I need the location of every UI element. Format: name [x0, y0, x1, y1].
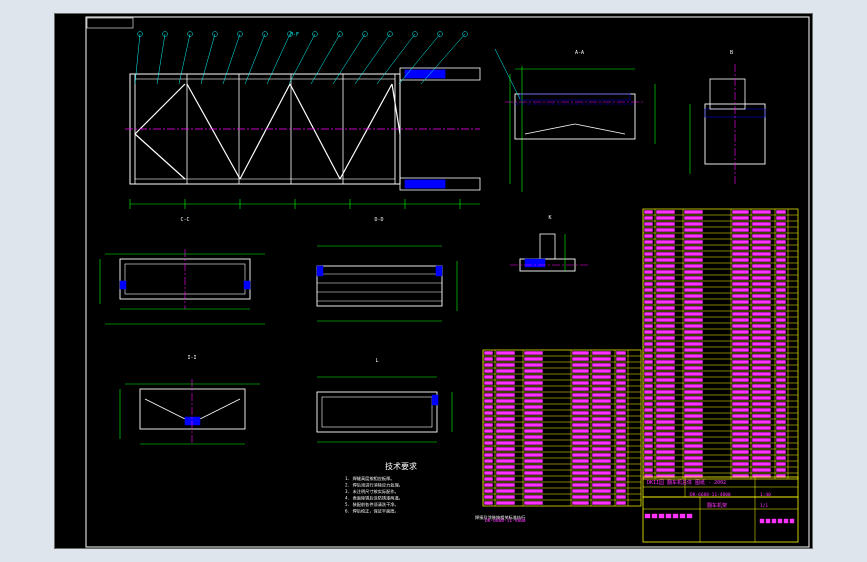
sheet-number: 1/1 — [760, 503, 768, 509]
drawing-code: DK-6688-11-4800 — [485, 518, 526, 524]
section-b-label: B — [730, 50, 733, 56]
top-view: F-F — [125, 31, 523, 209]
section-g-view: L — [316, 358, 453, 443]
notes-line: 3. 未注明尺寸按实际配作。 — [345, 488, 399, 495]
company-name: DKII园 翻车机总体 图纸 - 2002 — [647, 479, 726, 486]
section-c-label: C-C — [180, 217, 189, 223]
section-d-view: D-D — [316, 217, 458, 322]
cad-drawing: F-F A-A B C-C D-D I-I K L 技术要求 1. 焊缝高度按相应板厚。2. 焊后… — [85, 16, 810, 548]
section-d-label: D-D — [374, 217, 383, 223]
drawing-sheet: F-F A-A B C-C D-D I-I K L 技术要求 1. 焊缝高度按相应板厚。 2. 焊后… — [54, 13, 813, 549]
notes-line: 5. 装配前各件须清洗干净。 — [345, 501, 399, 508]
notes-title: 技术要求 — [385, 461, 417, 471]
section-e-label: I-I — [187, 355, 196, 361]
detail-k-view: K — [510, 215, 590, 272]
parts-list — [482, 208, 799, 507]
section-a-view: A-A — [494, 48, 656, 144]
section-a-label: A-A — [575, 50, 584, 56]
section-g-label: L — [375, 358, 378, 364]
section-b-view: B — [689, 50, 766, 184]
notes-line: 2. 焊后须进行消除应力处理。 — [345, 482, 403, 489]
section-c-view: C-C — [99, 217, 265, 325]
notes-line: 1. 焊缝高度按相应板厚。 — [345, 475, 394, 482]
top-view-label: F-F — [290, 32, 299, 38]
title-block: DKII园 翻车机总体 图纸 - 2002DK-6688-11-4800 1:40… — [485, 476, 799, 543]
part-name: 翻车机架 — [707, 502, 727, 509]
notes-line: 4. 表面除锈后涂防锈漆两道。 — [345, 495, 403, 502]
section-e-view: I-I — [119, 355, 260, 445]
notes-line: 6. 焊后校正，保证平面度。 — [345, 508, 399, 515]
detail-k-label: K — [548, 215, 551, 221]
